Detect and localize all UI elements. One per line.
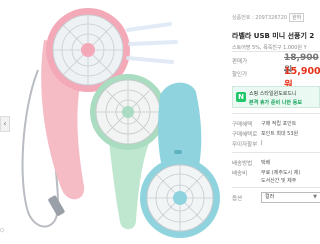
spec-label: 구매혜택 [232, 122, 253, 128]
product-title: 라벨라 USB 미니 선풍기 2 [232, 32, 315, 40]
product-meta: 상품번호 : 2097326720 원하 [232, 13, 305, 22]
product-info-panel: 상품번호 : 2097326720 원하 라벨라 USB 미니 선풍기 2 스토어… [232, 0, 320, 244]
spec-value: 구매 적립 포인트 [261, 121, 297, 127]
divider [232, 51, 320, 52]
chevron-down-icon: ▼ [313, 194, 317, 200]
brand-mark: Q [0, 228, 4, 234]
promo-line-2: 본격 휴가 준비 나한 등보 [249, 100, 302, 106]
option-label: 옵션 [232, 196, 243, 202]
spec-value: 무료 (제주도시 제) [261, 170, 301, 176]
product-number: 상품번호 : 2097326720 [232, 15, 288, 21]
image-prev-button[interactable]: ‹ [0, 116, 10, 132]
product-fans-illustration [21, 8, 220, 238]
spec-value: 도서산간 및 제주 [261, 178, 297, 184]
product-subtitle: 스토어명 5%, 폭죽친구 1,000원 Y [232, 45, 307, 51]
product-image-area: ‹ Q [0, 0, 230, 244]
spec-value: 포인트 최대 53원 [261, 131, 299, 137]
chevron-left-icon: ‹ [3, 119, 7, 128]
option-select-value: 컬러 [265, 194, 275, 200]
divider [232, 152, 320, 153]
spec-value: 택배 [261, 160, 271, 166]
spec-label: 구매혜택로 [232, 132, 258, 138]
sale-price-label: 할인가 [232, 72, 248, 78]
lanyard-clip [48, 195, 65, 216]
divider [232, 113, 320, 114]
spec-label: 배송방법 [232, 161, 253, 167]
option-select[interactable]: 컬러 ▼ [261, 192, 320, 203]
promo-line-1: 쇼핑 스타일윈도로드니 [249, 91, 297, 97]
meta-tag[interactable]: 원하 [289, 13, 305, 22]
spec-label: 배송비 [232, 171, 248, 177]
divider [232, 187, 320, 188]
price-label: 판매가 [232, 59, 248, 65]
shopping-window-icon: N [236, 92, 246, 102]
spec-value: | [261, 140, 263, 146]
promo-banner[interactable]: N 쇼핑 스타일윈도로드니 본격 휴가 준비 나한 등보 [232, 86, 320, 108]
spec-label: 무이자할부 [232, 142, 258, 148]
